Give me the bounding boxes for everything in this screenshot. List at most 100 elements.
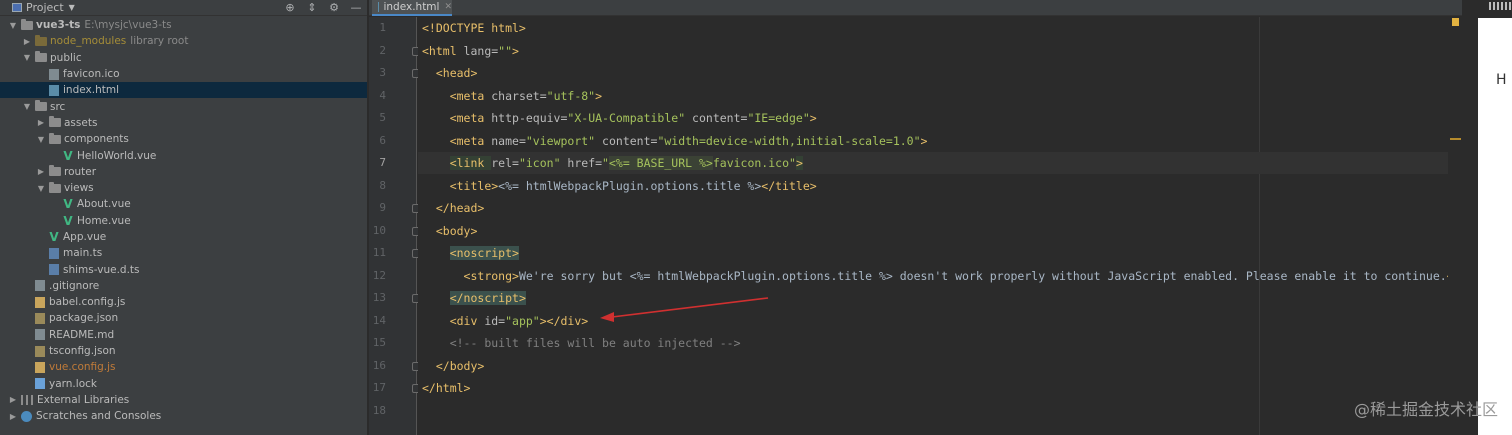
tree-item-label: public [50, 51, 82, 64]
tree-item[interactable]: V HelloWorld.vue [0, 147, 367, 163]
tree-item-label: views [64, 182, 94, 195]
code-token: <html [422, 43, 464, 58]
chevron-right-icon[interactable]: ▶ [8, 412, 18, 421]
code-token: http-equiv= [491, 111, 568, 125]
line-number-gutter[interactable]: 1 2 3 4 5 6 7 8 9 10 11 12 13 14 15 16 17 18 [369, 17, 420, 435]
tree-item[interactable]: ▶ assets [0, 115, 367, 131]
chevron-down-icon[interactable]: ▼ [36, 135, 46, 144]
code-line[interactable] [418, 400, 1462, 422]
tree-item[interactable]: babel.config.js [0, 294, 367, 310]
code-line[interactable]: <!DOCTYPE html> [418, 17, 1462, 39]
chevron-right-icon[interactable]: ▶ [8, 395, 18, 404]
close-icon[interactable]: ✕ [444, 2, 452, 12]
editor-scrollbar[interactable] [1448, 17, 1462, 435]
tree-item[interactable]: README.md [0, 327, 367, 343]
chevron-down-icon[interactable]: ▼ [22, 102, 32, 111]
line-number: 8 [379, 178, 386, 192]
chevron-right-icon[interactable]: ▶ [22, 37, 32, 46]
line-number: 2 [379, 43, 386, 57]
code-token: id= [484, 313, 506, 328]
chevron-down-icon[interactable]: ▼ [69, 3, 75, 12]
ts-file-icon [49, 264, 59, 276]
tree-item[interactable]: tsconfig.json [0, 343, 367, 359]
code-editor[interactable]: <!DOCTYPE html> <html lang=""> <head> <me… [418, 17, 1462, 435]
tree-item[interactable]: index.html [0, 82, 367, 99]
code-token: We're sorry but <%= htmlWebpackPlugin.op… [518, 268, 1447, 283]
tree-item[interactable]: ▼ src [0, 98, 367, 114]
tree-item-label: External Libraries [37, 393, 130, 406]
code-token: " [602, 156, 609, 170]
code-line[interactable]: </noscript> [418, 287, 1462, 309]
line-number: 1 [379, 21, 386, 34]
code-line[interactable]: </body> [418, 355, 1462, 377]
line-number: 16 [372, 358, 386, 372]
tree-item[interactable]: yarn.lock [0, 376, 367, 392]
tree-item[interactable]: V About.vue [0, 196, 367, 212]
folder-icon [49, 181, 61, 193]
code-line[interactable]: <body> [418, 220, 1462, 242]
tree-item[interactable]: ▶ node_modules library root [0, 33, 367, 49]
folder-icon [35, 100, 47, 112]
code-line[interactable]: <title><%= htmlWebpackPlugin.options.tit… [418, 175, 1462, 197]
tree-item-label: yarn.lock [49, 377, 97, 390]
code-token: </body> [435, 358, 485, 373]
locate-file-icon[interactable]: ⊕ [279, 0, 301, 16]
excluded-folder-icon [35, 34, 47, 46]
code-line[interactable]: <div id="app"></div> [418, 310, 1462, 332]
tree-item-label: HelloWorld.vue [77, 149, 157, 162]
tab-index-html[interactable]: index.html ✕ [372, 0, 452, 16]
tree-item[interactable]: package.json [0, 310, 367, 326]
tree-item[interactable]: ▶ External Libraries [0, 392, 367, 408]
line-number: 4 [379, 88, 386, 102]
chevron-down-icon[interactable]: ▼ [8, 21, 18, 30]
tree-item[interactable]: main.ts [0, 245, 367, 261]
code-line[interactable]: </html> [418, 377, 1462, 399]
tree-item[interactable]: ▼ views [0, 180, 367, 196]
gear-icon[interactable]: ⚙ [323, 0, 345, 16]
tree-item-label: components [64, 133, 129, 146]
js-file-icon [35, 361, 45, 373]
tree-item[interactable]: .gitignore [0, 278, 367, 294]
chevron-right-icon[interactable]: ▶ [36, 118, 46, 127]
code-line[interactable]: <meta http-equiv="X-UA-Compatible" conte… [418, 107, 1462, 129]
code-token: > [920, 133, 928, 148]
code-token: content= [685, 111, 748, 125]
chevron-down-icon[interactable]: ▼ [22, 53, 32, 62]
tree-item[interactable]: ▼ components [0, 131, 367, 147]
code-token: <strong> [463, 268, 519, 283]
watermark: @稀土掘金技术社区 [1353, 400, 1498, 419]
browser-viewport [1478, 18, 1512, 435]
tree-item[interactable]: V App.vue [0, 229, 367, 245]
tree-item[interactable]: ▶ Scratches and Consoles [0, 408, 367, 424]
code-line[interactable]: <meta name="viewport" content="width=dev… [418, 130, 1462, 152]
chevron-down-icon[interactable]: ▼ [36, 184, 46, 193]
project-view-selector[interactable]: Project [26, 1, 64, 14]
code-line[interactable]: <html lang=""> [418, 40, 1462, 62]
code-line[interactable]: <link rel="icon" href="<%= BASE_URL %>fa… [418, 152, 1462, 174]
tree-item[interactable]: ▶ router [0, 164, 367, 180]
code-line[interactable]: <noscript> [418, 242, 1462, 264]
warning-indicator-icon[interactable] [1452, 18, 1459, 26]
tree-item[interactable]: shims-vue.d.ts [0, 261, 367, 277]
tree-item[interactable]: V Home.vue [0, 213, 367, 229]
tree-item[interactable]: favicon.ico [0, 66, 367, 82]
code-line[interactable]: <head> [418, 62, 1462, 84]
code-line[interactable]: <!-- built files will be auto injected -… [418, 332, 1462, 354]
line-number: 12 [372, 268, 386, 282]
tree-item[interactable]: ▼ vue3-ts E:\mysjc\vue3-ts [0, 17, 367, 33]
code-line[interactable]: <meta charset="utf-8"> [418, 85, 1462, 107]
hide-panel-icon[interactable]: — [345, 0, 367, 16]
code-token: </html> [422, 381, 471, 395]
code-token: "utf-8" [546, 88, 596, 103]
tree-item[interactable]: vue.config.js [0, 359, 367, 375]
code-line[interactable]: </head> [418, 197, 1462, 219]
code-line[interactable]: <strong>We're sorry but <%= htmlWebpackP… [418, 265, 1462, 287]
chevron-right-icon[interactable]: ▶ [36, 167, 46, 176]
code-token: <title> [449, 178, 499, 193]
collapse-all-icon[interactable]: ⇕ [301, 0, 323, 16]
code-token: ></div> [539, 313, 589, 328]
tree-item[interactable]: ▼ public [0, 50, 367, 66]
error-stripe-mark[interactable] [1450, 138, 1461, 140]
